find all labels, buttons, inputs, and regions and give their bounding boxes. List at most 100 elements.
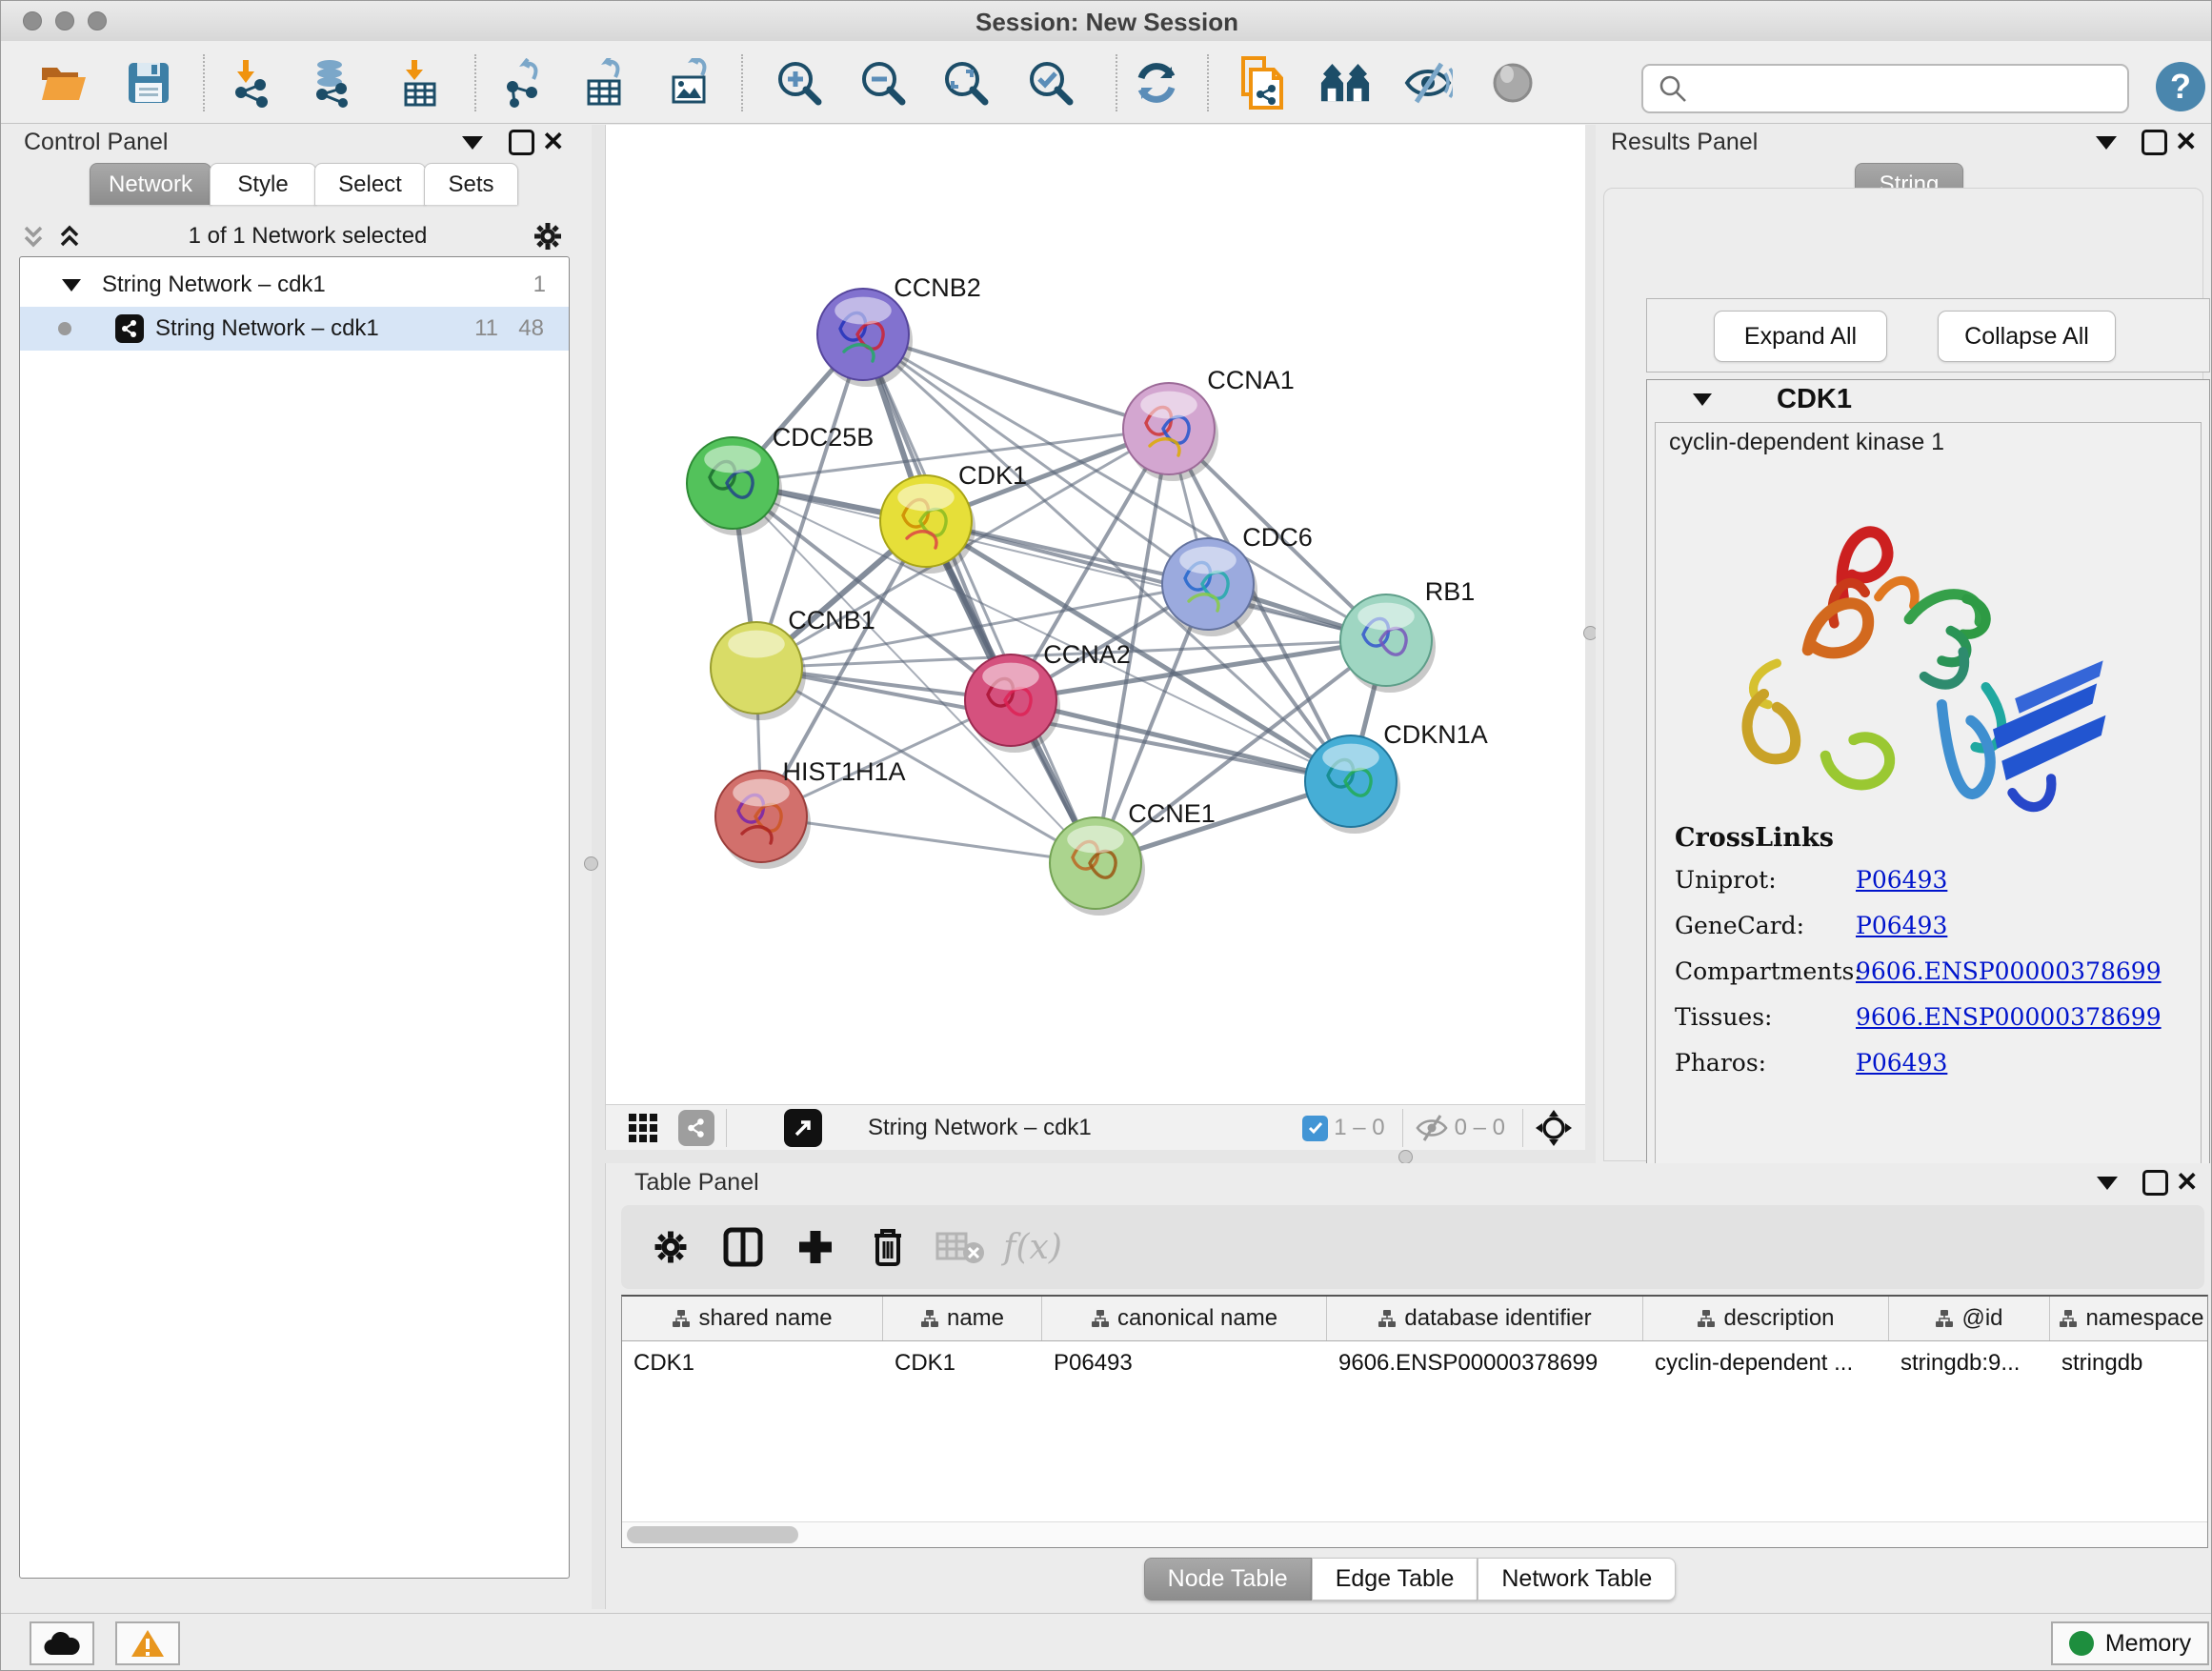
grid-view-icon[interactable] [627,1112,659,1144]
tab-style[interactable]: Style [210,163,316,205]
column-header-shared-name[interactable]: shared name [622,1297,883,1340]
zoom-fit-icon[interactable] [940,57,992,109]
edge-ccne1-hist1h1a[interactable] [761,816,1096,863]
show-columns-icon[interactable] [707,1218,779,1276]
float-panel-icon[interactable] [2097,1177,2118,1190]
gene-section-header[interactable]: CDK1 [1647,380,2209,418]
node-ccna2[interactable] [965,654,1060,753]
export-network-icon[interactable] [500,57,552,109]
network-row[interactable]: String Network – cdk1 11 48 [20,307,569,351]
gene-details: cyclin-dependent kinase 1 [1655,422,2202,1167]
save-session-icon[interactable] [123,57,174,109]
section-collapse-icon[interactable] [1693,393,1712,406]
gear-icon[interactable] [532,220,564,252]
zoom-selected-icon[interactable] [1025,57,1076,109]
cloud-button[interactable] [30,1621,94,1665]
zoom-in-icon[interactable] [774,57,825,109]
export-image-icon[interactable] [665,57,716,109]
close-panel-icon[interactable]: ✕ [2176,1169,2198,1196]
close-panel-icon[interactable]: ✕ [2175,129,2197,155]
table-cell[interactable]: P06493 [1042,1341,1327,1385]
crosslinks-section: CrossLinks Uniprot:P06493GeneCard:P06493… [1675,823,2189,1095]
table-cell[interactable]: CDK1 [622,1341,883,1385]
node-ccna1[interactable] [1123,383,1218,481]
refresh-view-icon[interactable] [1131,57,1182,109]
crosslink-label: Uniprot: [1675,866,1856,894]
maximize-panel-icon[interactable] [2142,130,2167,155]
node-cdk1[interactable] [880,475,975,574]
tab-network-table[interactable]: Network Table [1478,1558,1676,1601]
table-cell[interactable]: stringdb [2050,1341,2208,1385]
maximize-panel-icon[interactable] [2142,1170,2168,1196]
tab-select[interactable]: Select [314,163,426,205]
help-icon[interactable]: ? [2156,62,2205,111]
tab-edge-table[interactable]: Edge Table [1312,1558,1478,1601]
float-panel-icon[interactable] [2096,136,2117,150]
collapse-all-button[interactable]: Collapse All [1938,311,2116,362]
import-network-database-icon[interactable] [308,57,359,109]
network-graph[interactable]: CCNB2CCNA1CDC25BCDK1CDC6RB1CCNB1CCNA2CDK… [606,125,1586,1104]
memory-button[interactable]: Memory [2051,1621,2209,1665]
table-horizontal-scrollbar[interactable] [622,1521,2207,1547]
collapse-all-chevron-icon[interactable] [19,222,48,251]
crosslink-link[interactable]: 9606.ENSP00000378699 [1856,1003,2162,1031]
maximize-panel-icon[interactable] [509,130,534,155]
crosslink-label: Tissues: [1675,1003,1856,1031]
column-header-database-identifier[interactable]: database identifier [1327,1297,1643,1340]
expand-all-chevron-icon[interactable] [55,222,84,251]
column-header-name[interactable]: name [883,1297,1042,1340]
main-toolbar: ? [1,41,2212,124]
column-header--id[interactable]: @id [1889,1297,2050,1340]
crosslink-link[interactable]: P06493 [1856,866,1947,894]
node-ccne1[interactable] [1050,817,1145,916]
zoom-out-icon[interactable] [857,57,909,109]
table-cell[interactable]: 9606.ENSP00000378699 [1327,1341,1643,1385]
show-all-networks-icon[interactable] [1319,57,1371,109]
close-panel-icon[interactable]: ✕ [542,129,564,155]
string-view-icon[interactable] [678,1110,714,1146]
tab-sets[interactable]: Sets [424,163,518,205]
node-cdc25b[interactable] [687,437,782,535]
hide-graphics-details-icon[interactable] [1402,57,1454,109]
search-input[interactable] [1699,74,2127,103]
export-table-icon[interactable] [580,57,632,109]
bottom-splitter-handle[interactable] [1398,1150,1413,1164]
tab-node-table[interactable]: Node Table [1144,1558,1312,1601]
selected-checkbox-icon[interactable] [1302,1116,1328,1141]
column-header-description[interactable]: description [1643,1297,1889,1340]
left-splitter-handle[interactable] [584,856,598,871]
table-cell[interactable]: stringdb:9... [1889,1341,2050,1385]
open-in-browser-icon[interactable] [784,1109,822,1147]
table-cell[interactable]: cyclin-dependent ... [1643,1341,1889,1385]
open-session-icon[interactable] [38,57,90,109]
birds-eye-view-icon[interactable] [1487,57,1538,109]
cloud-icon [43,1630,81,1657]
warning-button[interactable] [115,1621,180,1665]
copy-network-icon[interactable] [1235,57,1286,109]
network-collection-row[interactable]: String Network – cdk1 1 [20,263,569,307]
tab-network[interactable]: Network [90,163,211,205]
table-row[interactable]: CDK1CDK1P064939606.ENSP00000378699cyclin… [622,1341,2207,1385]
column-header-namespace[interactable]: namespace [2050,1297,2208,1340]
right-splitter[interactable] [1585,125,1596,1163]
float-panel-icon[interactable] [462,136,483,150]
birdseye-navigate-icon[interactable] [1535,1109,1573,1147]
network-canvas[interactable]: CCNB2CCNA1CDC25BCDK1CDC6RB1CCNB1CCNA2CDK… [605,125,1586,1104]
bottom-splitter[interactable] [605,1150,1585,1163]
crosslink-link[interactable]: P06493 [1856,912,1947,939]
import-table-file-icon[interactable] [395,57,447,109]
crosslink-link[interactable]: P06493 [1856,1049,1947,1077]
delete-column-icon[interactable] [852,1218,924,1276]
column-header-canonical-name[interactable]: canonical name [1042,1297,1327,1340]
node-cdkn1a[interactable] [1305,735,1400,834]
table-cell[interactable]: CDK1 [883,1341,1042,1385]
expand-all-button[interactable]: Expand All [1714,311,1887,362]
add-column-icon[interactable] [779,1218,852,1276]
gene-name: CDK1 [1777,384,1852,415]
table-settings-gear-icon[interactable] [634,1218,707,1276]
crosslink-link[interactable]: 9606.ENSP00000378699 [1856,957,2162,985]
import-network-file-icon[interactable] [227,57,278,109]
collection-expand-icon[interactable] [62,279,81,292]
expand-collapse-box: Expand All Collapse All [1646,298,2210,372]
node-rb1[interactable] [1340,594,1436,693]
